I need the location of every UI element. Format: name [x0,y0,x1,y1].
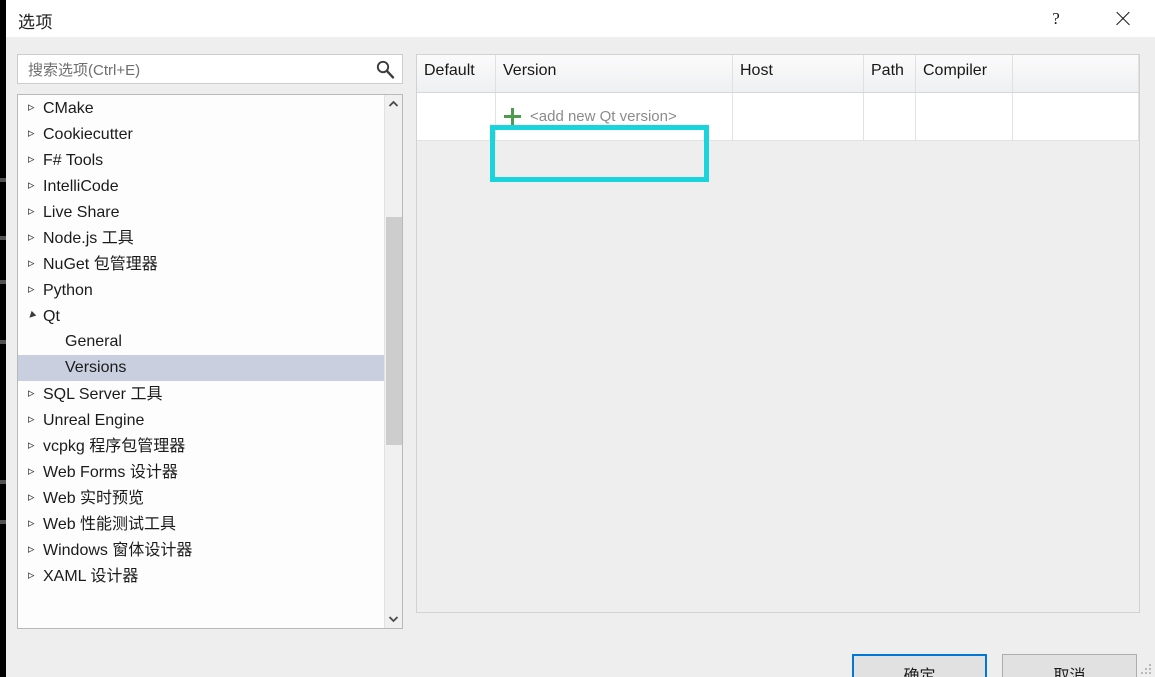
chevron-right-icon[interactable] [28,276,43,304]
tree-item-label: XAML 设计器 [43,568,139,585]
add-new-qt-version-cell[interactable]: <add new Qt version> [504,108,677,125]
sidebar-item-node-js[interactable]: Node.js 工具 [18,225,385,251]
column-header-blank[interactable] [1013,55,1139,92]
tree-item-label: Web Forms 设计器 [43,464,178,481]
sidebar-item-xaml[interactable]: XAML 设计器 [18,563,385,589]
chevron-right-icon[interactable] [28,536,43,564]
column-header-host[interactable]: Host [733,55,864,92]
tree-item-label: F# Tools [43,152,104,169]
table-cell-default[interactable] [417,93,496,140]
chevron-right-icon[interactable] [28,198,43,226]
search-box[interactable] [17,54,403,85]
table-body: <add new Qt version> [417,93,1139,141]
close-button[interactable] [1099,0,1145,37]
sidebar-item-sql-server[interactable]: SQL Server 工具 [18,381,385,407]
tree-item-label: SQL Server 工具 [43,386,163,403]
column-header-path[interactable]: Path [864,55,916,92]
options-tree[interactable]: CMake Cookiecutter F# Tools IntelliCode Live… [18,95,385,628]
tree-item-label: Versions [65,359,127,376]
table-row[interactable]: <add new Qt version> [417,93,1139,141]
tree-item-label: Live Share [43,204,120,221]
add-new-qt-version-label: <add new Qt version> [530,108,677,125]
question-mark-icon: ? [1052,9,1060,28]
tree-item-label: Web 性能测试工具 [43,516,177,533]
sidebar-item-live-share[interactable]: Live Share [18,199,385,225]
sidebar-item-vcpkg[interactable]: vcpkg 程序包管理器 [18,433,385,459]
sidebar-item-unreal-engine[interactable]: Unreal Engine [18,407,385,433]
tree-item-label: Qt [43,308,60,325]
sidebar-item-web-forms[interactable]: Web Forms 设计器 [18,459,385,485]
sidebar-item-windows[interactable]: Windows 窗体设计器 [18,537,385,563]
chevron-right-icon[interactable] [28,146,43,174]
table-cell-host[interactable] [733,93,864,140]
sidebar-item-f-tools[interactable]: F# Tools [18,147,385,173]
chevron-right-icon[interactable] [28,458,43,486]
tree-item-label: Python [43,282,93,299]
tree-item-label: NuGet 包管理器 [43,256,158,273]
table-cell-extra[interactable] [1013,93,1139,140]
column-header-version[interactable]: Version [496,55,733,92]
page-title: 选项 [18,13,53,32]
tree-scrollbar-thumb[interactable] [386,217,402,445]
chevron-right-icon[interactable] [28,224,43,252]
chevron-right-icon[interactable] [28,95,43,122]
tree-item-label: Node.js 工具 [43,230,134,247]
table-cell-version[interactable]: <add new Qt version> [496,93,733,140]
chevron-right-icon[interactable] [28,484,43,512]
scroll-up-icon[interactable] [385,95,402,113]
sidebar-item-web[interactable]: Web 性能测试工具 [18,511,385,537]
column-header-compiler[interactable]: Compiler [916,55,1013,92]
tree-item-label: vcpkg 程序包管理器 [43,438,186,455]
table-header-row: Default Version Host Path Compiler [417,55,1139,93]
tree-item-label: CMake [43,100,94,117]
sidebar-item-nuget[interactable]: NuGet 包管理器 [18,251,385,277]
chevron-right-icon[interactable] [28,562,43,590]
chevron-right-icon[interactable] [28,432,43,460]
search-input[interactable] [26,55,370,85]
chevron-right-icon[interactable] [28,406,43,434]
tree-item-label: Web 实时预览 [43,490,145,507]
chevron-right-icon[interactable] [28,120,43,148]
dialog-body: CMake Cookiecutter F# Tools IntelliCode Live… [6,37,1155,677]
tree-scrollbar[interactable] [384,95,402,628]
sidebar-item-python[interactable]: Python [18,277,385,303]
cancel-button[interactable]: 取消 [1002,654,1137,677]
sidebar-item-general[interactable]: General [18,329,385,355]
options-tree-panel: CMake Cookiecutter F# Tools IntelliCode Live… [17,94,403,629]
qt-versions-table: Default Version Host Path Compiler <add new … [417,55,1139,141]
search-icon[interactable] [375,59,395,79]
resize-grip[interactable] [1139,662,1151,674]
sidebar-item-versions[interactable]: Versions [18,355,385,381]
chevron-down-icon[interactable] [28,302,43,330]
sidebar-item-web[interactable]: Web 实时预览 [18,485,385,511]
plus-icon[interactable] [504,108,521,125]
qt-versions-panel: Default Version Host Path Compiler <add new … [416,54,1140,613]
table-cell-compiler[interactable] [916,93,1013,140]
scroll-down-icon[interactable] [385,610,402,628]
tree-item-label: General [65,333,122,350]
tree-item-label: IntelliCode [43,178,119,195]
sidebar-item-cmake[interactable]: CMake [18,95,385,121]
column-header-default[interactable]: Default [417,55,496,92]
sidebar-item-intellicode[interactable]: IntelliCode [18,173,385,199]
tree-item-label: Unreal Engine [43,412,145,429]
sidebar-item-qt[interactable]: Qt [18,303,385,329]
tree-item-label: Windows 窗体设计器 [43,542,193,559]
help-button[interactable]: ? [1033,0,1079,37]
title-bar: 选项 ? [6,0,1155,37]
options-dialog: 选项 ? CMake Cookiecutter F# Tools IntelliCod… [6,0,1155,677]
chevron-right-icon[interactable] [28,510,43,538]
tree-item-label: Cookiecutter [43,126,133,143]
chevron-right-icon[interactable] [28,172,43,200]
sidebar-item-cookiecutter[interactable]: Cookiecutter [18,121,385,147]
ok-button[interactable]: 确定 [852,654,987,677]
chevron-right-icon[interactable] [28,250,43,278]
table-cell-path[interactable] [864,93,916,140]
close-icon [1114,10,1131,27]
chevron-right-icon[interactable] [28,380,43,408]
